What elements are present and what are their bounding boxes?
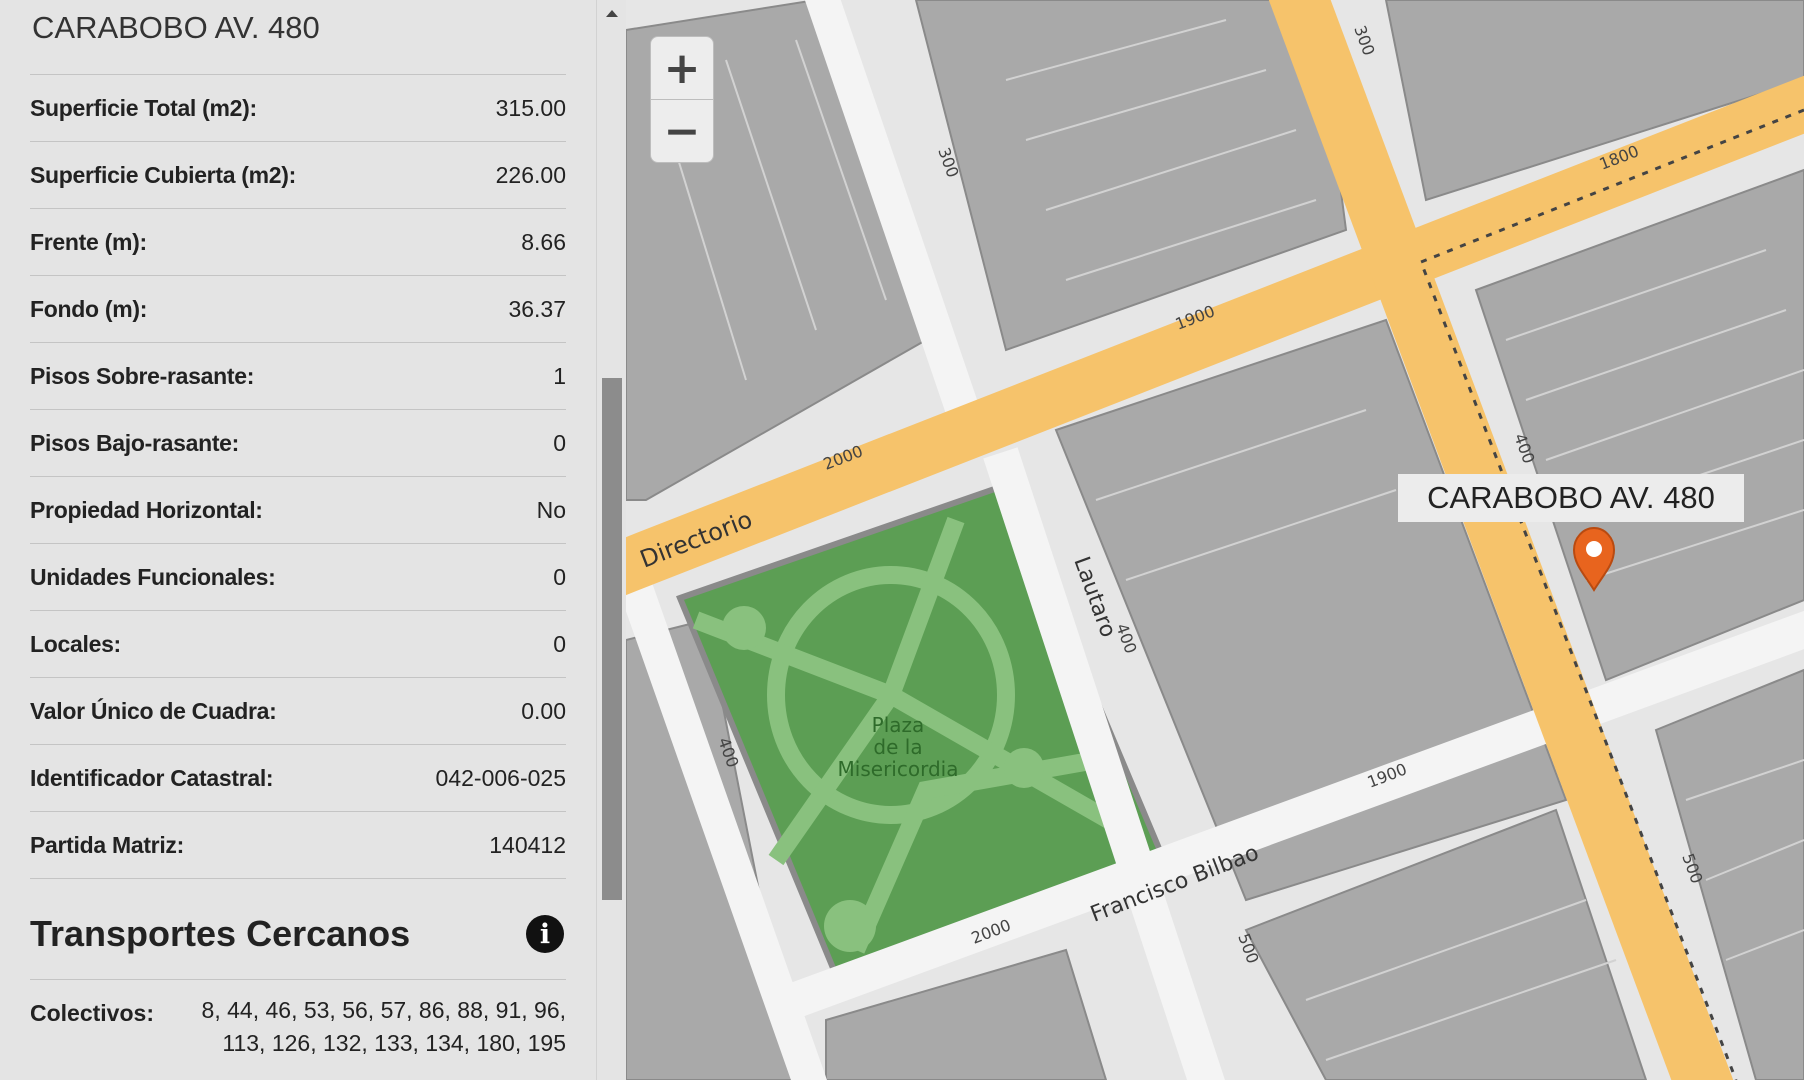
row-superficie-cubierta: Superficie Cubierta (m2): 226.00 xyxy=(30,142,566,209)
row-label: Partida Matriz: xyxy=(30,831,184,858)
row-label: Pisos Bajo-rasante: xyxy=(30,429,240,456)
map-view[interactable]: Plaza de la Misericordia Directorio Laut… xyxy=(626,0,1804,1080)
row-value: 0.00 xyxy=(521,697,566,724)
map-pin-hole xyxy=(1586,541,1602,557)
transport-title: Transportes Cercanos xyxy=(30,913,411,954)
row-value: 315.00 xyxy=(495,94,566,121)
row-value: No xyxy=(536,496,566,523)
row-label: Fondo (m): xyxy=(30,295,148,322)
transport-section-header: Transportes Cercanos i xyxy=(30,903,566,980)
buses-label: Colectivos: xyxy=(30,1000,154,1026)
row-locales: Locales: 0 xyxy=(30,611,566,678)
row-value: 140412 xyxy=(489,831,566,858)
map-canvas[interactable]: Plaza de la Misericordia Directorio Laut… xyxy=(626,0,1804,1080)
zoom-in-button[interactable]: + xyxy=(650,36,714,100)
row-pisos-sobre: Pisos Sobre-rasante: 1 xyxy=(30,343,566,410)
buses-value: 8, 44, 46, 53, 56, 57, 86, 88, 91, 96, 1… xyxy=(201,997,566,1056)
row-pisos-bajo: Pisos Bajo-rasante: 0 xyxy=(30,410,566,477)
park-path xyxy=(722,606,766,650)
row-label: Valor Único de Cuadra: xyxy=(30,697,277,724)
row-value: 1 xyxy=(553,362,566,389)
row-partida-matriz: Partida Matriz: 140412 xyxy=(30,812,566,879)
row-value: 042-006-025 xyxy=(435,764,566,791)
info-icon[interactable]: i xyxy=(526,915,564,953)
marker-label: CARABOBO AV. 480 xyxy=(1398,474,1744,522)
row-value: 0 xyxy=(553,630,566,657)
row-superficie-total: Superficie Total (m2): 315.00 xyxy=(30,75,566,142)
parcel-title: CARABOBO AV. 480 xyxy=(32,10,320,45)
park-label: Misericordia xyxy=(838,757,959,781)
row-frente: Frente (m): 8.66 xyxy=(30,209,566,276)
park-path xyxy=(1004,748,1044,788)
zoom-out-button[interactable]: − xyxy=(650,99,714,163)
row-label: Propiedad Horizontal: xyxy=(30,496,263,523)
row-label: Locales: xyxy=(30,630,121,657)
row-value: 226.00 xyxy=(495,161,566,188)
row-label: Unidades Funcionales: xyxy=(30,563,276,590)
parcel-sidebar: CARABOBO AV. 480 Superficie Total (m2): 3… xyxy=(0,0,626,1080)
row-label: Frente (m): xyxy=(30,228,147,255)
row-value: 0 xyxy=(553,563,566,590)
scrollbar-thumb[interactable] xyxy=(602,378,622,900)
parcel-attributes: Superficie Total (m2): 315.00 Superficie … xyxy=(30,74,566,879)
row-label: Identificador Catastral: xyxy=(30,764,274,791)
row-label: Pisos Sobre-rasante: xyxy=(30,362,255,389)
row-value: 0 xyxy=(553,429,566,456)
transport-buses: Colectivos: 8, 44, 46, 53, 56, 57, 86, 8… xyxy=(30,994,566,1060)
sidebar-scrollbar[interactable] xyxy=(596,0,626,1080)
row-fondo: Fondo (m): 36.37 xyxy=(30,276,566,343)
row-label: Superficie Total (m2): xyxy=(30,94,257,121)
row-value: 8.66 xyxy=(521,228,566,255)
park-label: de la xyxy=(873,735,922,759)
row-value: 36.37 xyxy=(508,295,566,322)
row-valor-cuadra: Valor Único de Cuadra: 0.00 xyxy=(30,678,566,745)
row-propiedad-horizontal: Propiedad Horizontal: No xyxy=(30,477,566,544)
park-path xyxy=(824,900,876,952)
scroll-up-arrow-icon[interactable] xyxy=(606,10,618,17)
park-label: Plaza xyxy=(872,713,925,737)
row-unidades-funcionales: Unidades Funcionales: 0 xyxy=(30,544,566,611)
row-identificador-catastral: Identificador Catastral: 042-006-025 xyxy=(30,745,566,812)
row-label: Superficie Cubierta (m2): xyxy=(30,161,296,188)
